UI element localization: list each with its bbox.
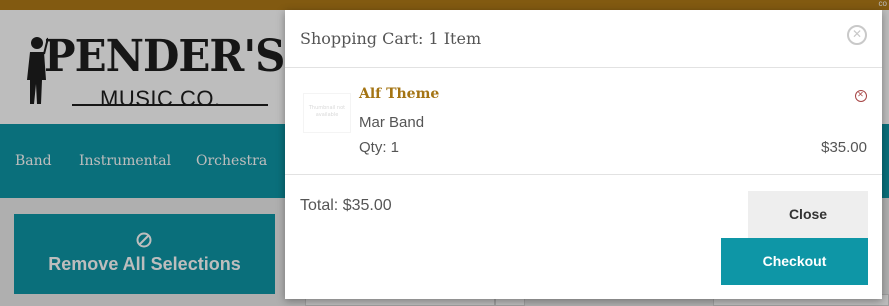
cart-title: Shopping Cart: 1 Item — [300, 29, 482, 48]
item-title-link[interactable]: Alf Theme — [359, 86, 439, 102]
cart-total: Total: $35.00 — [300, 197, 392, 214]
cart-item: Thumbnail not available Alf Theme Mar Ba… — [285, 69, 882, 175]
close-button[interactable]: Close — [748, 191, 868, 238]
item-quantity: Qty: 1 — [359, 139, 400, 156]
item-artist: Mar Band — [359, 114, 425, 131]
shopping-cart-modal: Shopping Cart: 1 Item ✕ Thumbnail not av… — [285, 10, 882, 299]
item-price: $35.00 — [821, 139, 867, 156]
close-circle-icon[interactable]: ✕ — [847, 25, 867, 45]
thumbnail-placeholder-text: Thumbnail not available — [308, 105, 346, 118]
modal-header: Shopping Cart: 1 Item ✕ — [285, 10, 882, 68]
item-thumbnail: Thumbnail not available — [303, 93, 351, 133]
remove-circle-icon[interactable]: ✕ — [855, 90, 867, 102]
checkout-button[interactable]: Checkout — [721, 238, 868, 285]
